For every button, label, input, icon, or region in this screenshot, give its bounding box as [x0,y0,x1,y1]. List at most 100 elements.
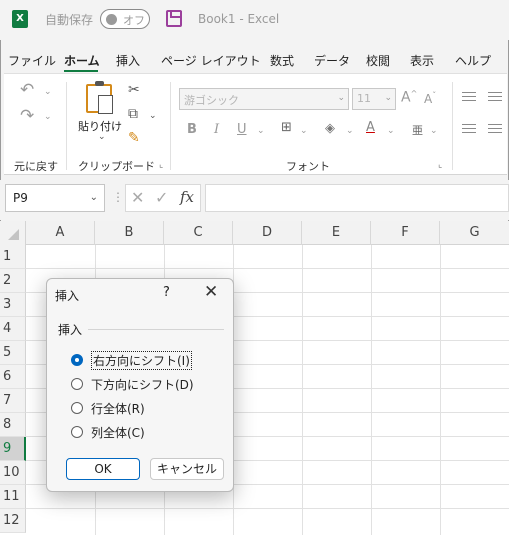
radio-button-checked[interactable] [71,354,83,366]
autosave-state: オフ [123,14,145,27]
radio-label[interactable]: 右方向にシフト(I) [91,351,192,370]
font-name-combobox[interactable]: 游ゴシック ⌄ [179,88,349,110]
autosave-toggle[interactable]: オフ [100,9,150,29]
radio-label[interactable]: 列全体(C) [91,424,145,441]
radio-label[interactable]: 下方向にシフト(D) [91,376,194,393]
cut-icon[interactable]: ✂ [128,82,140,98]
furigana-dropdown-icon[interactable]: ⌄ [430,126,438,136]
ribbon-tabs: ファイル ホーム 挿入 ページ レイアウト 数式 データ 校閲 表示 ヘルプ [0,46,509,72]
insert-dialog: 挿入 ? ✕ 挿入 右方向にシフト(I) 下方向にシフト(D) 行全体(R) 列… [46,278,234,492]
select-all-triangle-icon [8,229,19,240]
insert-function-button[interactable]: fx [180,188,194,206]
font-color-dropdown-icon[interactable]: ⌄ [387,126,395,136]
dialog-title: 挿入 [55,289,80,303]
radio-button[interactable] [71,378,83,390]
excel-logo-icon: X [12,10,28,28]
ok-button[interactable]: OK [66,458,140,480]
borders-dropdown-icon[interactable]: ⌄ [300,126,308,136]
column-header-f[interactable]: F [371,221,440,245]
row-header[interactable]: 3 [0,293,26,317]
cancel-entry-icon[interactable]: ✕ [131,188,144,207]
chevron-down-icon[interactable]: ⌄ [90,192,98,203]
tab-formulas[interactable]: 数式 [270,52,294,69]
name-box[interactable]: P9 ⌄ [5,184,105,212]
radio-button[interactable] [71,402,83,414]
dialog-group-label: 挿入 [58,323,83,337]
ribbon: ↶ ⌄ ↷ ⌄ 元に戻す 貼り付け ⌄ ✂ ⧉ ⌄ ✎ クリップボード ⌞ 游ゴ… [4,73,507,175]
furigana-icon[interactable]: 亜 [412,122,423,138]
font-launcher-icon[interactable]: ⌞ [438,160,442,170]
copy-dropdown-icon[interactable]: ⌄ [149,111,157,121]
redo-dropdown-icon[interactable]: ⌄ [44,112,52,122]
shift-cells-down-radio[interactable]: 下方向にシフト(D) [71,375,221,393]
tab-review[interactable]: 校閲 [366,52,390,69]
tab-data[interactable]: データ [314,52,350,69]
row-header[interactable]: 5 [0,341,26,365]
row-header[interactable]: 4 [0,317,26,341]
copy-icon[interactable]: ⧉ [128,106,138,122]
tab-file[interactable]: ファイル [8,52,56,69]
paste-dropdown-icon[interactable]: ⌄ [98,132,106,142]
underline-button[interactable]: U [237,122,247,137]
tab-home[interactable]: ホーム [64,52,100,69]
undo-icon[interactable]: ↶ [20,80,34,100]
row-header[interactable]: 11 [0,485,26,509]
gridline [26,508,509,509]
undo-dropdown-icon[interactable]: ⌄ [44,87,52,97]
align-left-icon[interactable] [462,124,476,136]
column-header-g[interactable]: G [440,221,509,245]
format-painter-icon[interactable]: ✎ [128,130,140,146]
more-options-icon[interactable]: ⋮ [112,190,124,204]
font-color-icon[interactable]: A [366,120,375,135]
row-header[interactable]: 12 [0,509,26,533]
row-header[interactable]: 1 [0,245,26,269]
clipboard-launcher-icon[interactable]: ⌞ [159,160,163,170]
gridline [302,245,303,535]
tab-page-layout[interactable]: ページ レイアウト [161,52,261,69]
row-header[interactable]: 8 [0,413,26,437]
tab-view[interactable]: 表示 [410,52,434,69]
row-header[interactable]: 10 [0,461,26,485]
redo-icon[interactable]: ↷ [20,106,34,126]
underline-dropdown-icon[interactable]: ⌄ [257,126,265,136]
borders-icon[interactable]: ⊞ [281,120,292,135]
column-header-d[interactable]: D [233,221,302,245]
tab-insert[interactable]: 挿入 [116,52,140,69]
align-middle-icon[interactable] [488,92,502,104]
font-name-value: 游ゴシック [184,94,239,107]
tab-help[interactable]: ヘルプ [455,52,491,69]
row-header[interactable]: 7 [0,389,26,413]
help-button[interactable]: ? [163,285,170,300]
paste-icon[interactable] [86,81,113,114]
entire-column-radio[interactable]: 列全体(C) [71,423,221,441]
cancel-button[interactable]: キャンセル [150,458,224,480]
entire-row-radio[interactable]: 行全体(R) [71,399,221,417]
shrink-font-button[interactable]: Aˇ [424,91,436,106]
close-icon[interactable]: ✕ [204,282,218,302]
row-header-selected[interactable]: 9 [0,437,26,461]
formula-input[interactable] [205,184,509,212]
grow-font-button[interactable]: A^ [401,89,417,106]
font-size-combobox[interactable]: 11 ⌄ [352,88,396,110]
fill-color-icon[interactable]: ◈ [325,121,335,136]
radio-button[interactable] [71,426,83,438]
font-group-label: フォント [286,160,330,173]
radio-label[interactable]: 行全体(R) [91,400,145,417]
column-header-c[interactable]: C [164,221,233,245]
gridline [26,268,509,269]
fill-color-dropdown-icon[interactable]: ⌄ [346,126,354,136]
confirm-entry-icon[interactable]: ✓ [155,188,168,207]
align-top-icon[interactable] [462,92,476,104]
column-header-a[interactable]: A [26,221,95,245]
row-header[interactable]: 2 [0,269,26,293]
italic-button[interactable]: I [214,122,219,137]
shift-cells-right-radio[interactable]: 右方向にシフト(I) [71,351,221,370]
save-icon[interactable] [166,10,182,27]
column-header-e[interactable]: E [302,221,371,245]
column-header-b[interactable]: B [95,221,164,245]
bold-button[interactable]: B [187,122,197,137]
document-title: Book1 - Excel [198,12,280,26]
row-header[interactable]: 6 [0,365,26,389]
undo-group-label: 元に戻す [14,160,58,173]
align-center-icon[interactable] [488,124,502,136]
